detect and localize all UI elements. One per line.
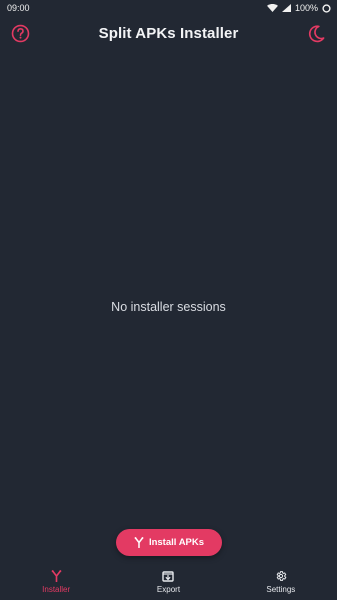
status-bar: 09:00 100% (0, 0, 337, 16)
help-button[interactable] (9, 22, 31, 44)
nav-label-export: Export (156, 585, 181, 594)
nav-label-installer: Installer (42, 585, 71, 594)
nav-item-export[interactable]: Export (112, 566, 224, 594)
settings-icon (276, 571, 287, 581)
bottom-navigation: Installer Export Settings (0, 566, 337, 600)
installer-screen: 09:00 100% Split APKs Installer No insta… (0, 0, 337, 600)
install-apks-button[interactable]: Install APKs (116, 529, 222, 556)
nav-item-installer[interactable]: Installer (0, 566, 112, 594)
signal-icon (281, 4, 291, 12)
nav-item-settings[interactable]: Settings (225, 566, 337, 594)
battery-percent: 100% (294, 3, 318, 13)
installer-icon (51, 570, 61, 582)
install-apks-label: Install APKs (148, 537, 205, 548)
theme-toggle-button[interactable] (305, 22, 327, 44)
battery-icon (322, 3, 331, 13)
nav-label-settings: Settings (266, 585, 296, 594)
wifi-icon (266, 4, 278, 12)
moon-icon (308, 24, 324, 42)
app-bar: Split APKs Installer (0, 16, 337, 50)
empty-state-message: No installer sessions (111, 300, 226, 314)
status-indicators: 100% (266, 3, 331, 13)
status-time: 09:00 (7, 3, 30, 13)
export-icon (162, 571, 175, 582)
install-fork-icon (134, 537, 144, 548)
app-title: Split APKs Installer (98, 24, 239, 42)
help-icon (11, 24, 29, 42)
